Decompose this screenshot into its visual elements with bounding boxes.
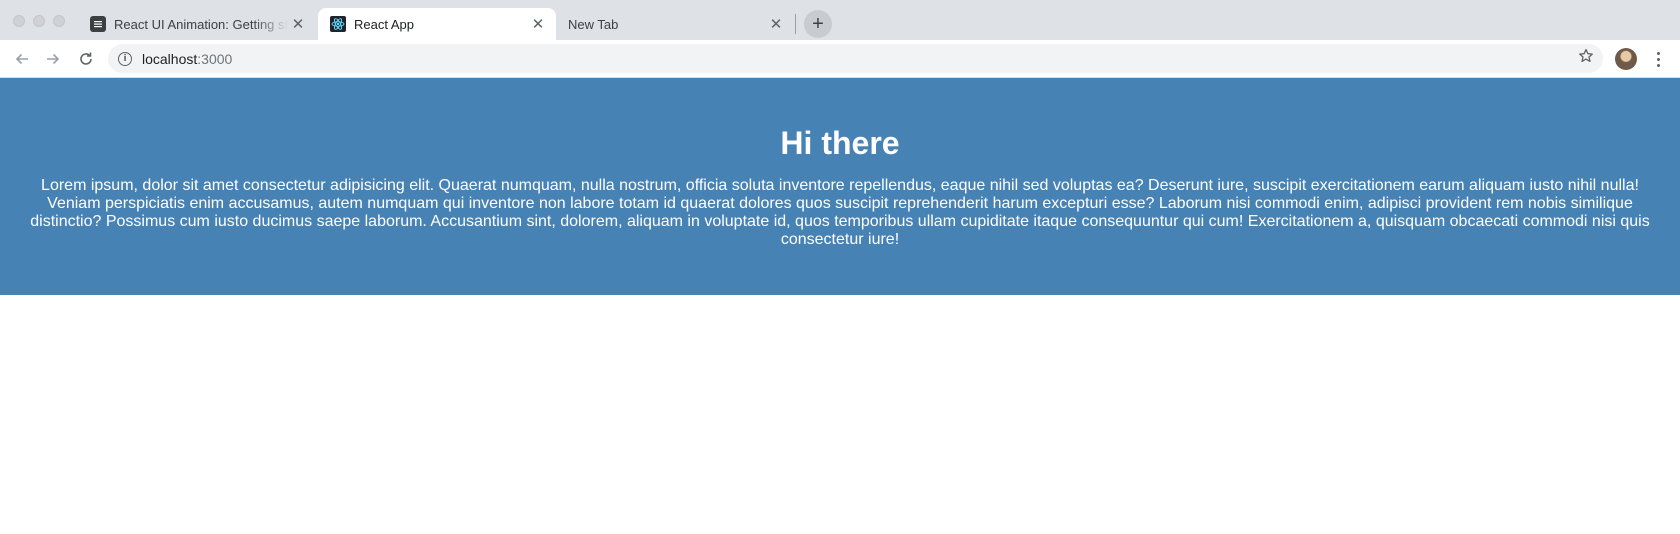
tab-react-app[interactable]: React App ✕ [318,8,556,40]
profile-avatar[interactable] [1615,48,1637,70]
tab-title: React UI Animation: Getting started [114,16,288,32]
tab-new-tab[interactable]: New Tab ✕ [556,8,794,40]
close-tab-icon[interactable]: ✕ [528,14,548,34]
react-logo-icon [330,16,346,32]
new-tab-button[interactable]: + [804,10,832,38]
browser-toolbar: i localhost:3000 [0,40,1680,78]
reload-icon[interactable] [74,47,98,71]
close-tab-icon[interactable]: ✕ [288,14,308,34]
close-window-button[interactable] [13,15,25,27]
page-paragraph: Lorem ipsum, dolor sit amet consectetur … [30,177,1650,248]
forward-arrow-icon[interactable] [41,47,65,71]
tab-react-ui-animation[interactable]: React UI Animation: Getting started ✕ [78,8,316,40]
minimize-window-button[interactable] [33,15,45,27]
info-icon[interactable]: i [118,51,132,66]
url-host: localhost [142,50,198,67]
doc-icon [90,16,106,32]
close-tab-icon[interactable]: ✕ [766,14,786,34]
url-port: :3000 [197,50,233,67]
tab-strip: React UI Animation: Getting started ✕ Re… [0,0,1680,40]
tab-title: New Tab [568,16,619,32]
more-menu-icon[interactable] [1651,48,1665,70]
address-bar[interactable]: i localhost:3000 [108,44,1603,73]
maximize-window-button[interactable] [53,15,65,27]
back-arrow-icon[interactable] [10,47,34,71]
tab-title: React App [354,16,414,32]
page-heading: Hi there [780,125,900,161]
window-controls [13,15,65,27]
hero-banner: Hi there Lorem ipsum, dolor sit amet con… [0,78,1680,295]
tab-divider [795,14,796,34]
bookmark-star-icon[interactable] [1578,48,1594,69]
